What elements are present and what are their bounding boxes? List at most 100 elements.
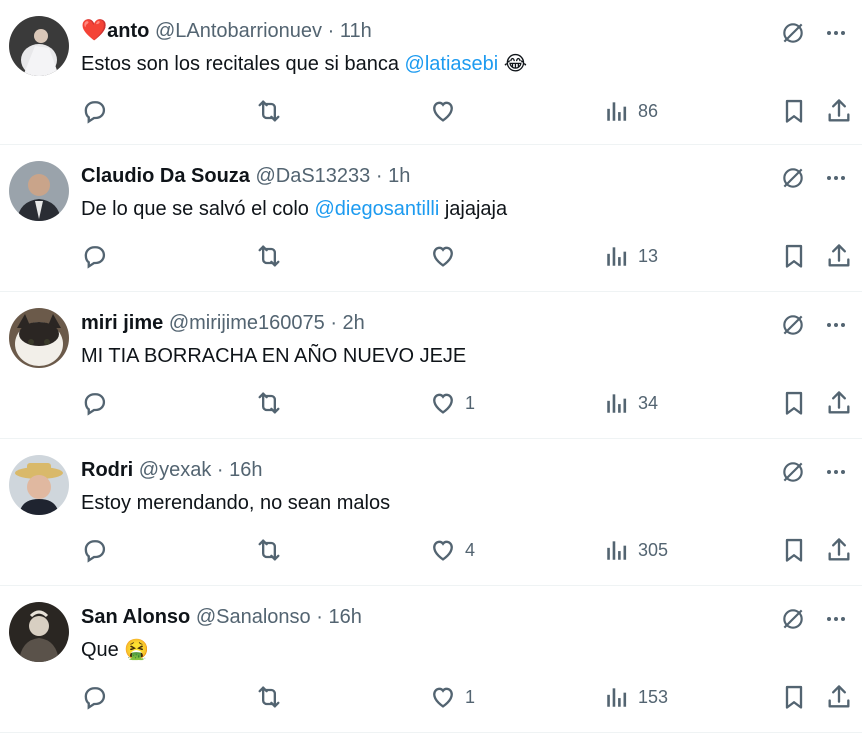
avatar[interactable] — [9, 455, 69, 515]
avatar[interactable] — [9, 161, 69, 221]
timestamp[interactable]: 11h — [340, 20, 372, 42]
more-icon[interactable] — [824, 21, 848, 45]
views-button[interactable]: 13 — [604, 241, 658, 271]
reply-button[interactable] — [80, 535, 108, 565]
grok-icon[interactable] — [780, 20, 806, 46]
bookmark-icon — [780, 536, 808, 564]
display-name[interactable]: Rodri — [81, 459, 133, 481]
views-button[interactable]: 305 — [604, 535, 668, 565]
user-handle[interactable]: @DaS13233 — [255, 165, 370, 187]
grok-icon[interactable] — [780, 606, 806, 632]
bookmark-button[interactable] — [780, 388, 808, 418]
like-button[interactable] — [429, 96, 465, 126]
like-button[interactable]: 1 — [429, 682, 475, 712]
bookmark-button[interactable] — [780, 535, 808, 565]
more-icon[interactable] — [824, 166, 848, 190]
retweet-button[interactable] — [255, 535, 283, 565]
grok-icon[interactable] — [780, 312, 806, 338]
tweet[interactable]: Claudio Da Souza @DaS13233 · 1h De lo qu… — [0, 145, 862, 292]
reply-icon — [80, 536, 108, 564]
more-icon[interactable] — [824, 313, 848, 337]
reply-icon — [80, 242, 108, 270]
user-handle[interactable]: @Sanalonso — [196, 606, 311, 628]
heart-icon — [429, 97, 457, 125]
like-button[interactable]: 4 — [429, 535, 475, 565]
display-name[interactable]: miri jime — [81, 312, 163, 334]
views-chart-icon — [604, 537, 630, 563]
display-name[interactable]: Claudio Da Souza — [81, 165, 250, 187]
grok-icon[interactable] — [780, 165, 806, 191]
reply-button[interactable] — [80, 388, 108, 418]
view-count: 153 — [638, 686, 669, 707]
retweet-icon — [255, 242, 283, 270]
separator-dot: · — [216, 459, 224, 481]
retweet-button[interactable] — [255, 388, 283, 418]
view-count: 305 — [638, 539, 669, 560]
share-icon — [825, 97, 853, 125]
avatar[interactable] — [9, 308, 69, 368]
timestamp[interactable]: 16h — [328, 606, 361, 628]
share-button[interactable] — [825, 682, 853, 712]
tweet-text: Que 🤮 — [81, 636, 149, 664]
mention-link[interactable]: @latiasebi — [405, 53, 499, 75]
display-name[interactable]: San Alonso — [81, 606, 190, 628]
avatar[interactable] — [9, 16, 69, 76]
user-handle[interactable]: @LAntobarrionuev — [155, 20, 322, 42]
reply-icon — [80, 683, 108, 711]
separator-dot: · — [375, 165, 383, 187]
display-name[interactable]: anto — [107, 20, 149, 42]
views-button[interactable]: 34 — [604, 388, 658, 418]
view-count: 13 — [638, 245, 659, 266]
tweet[interactable]: ❤️anto @LAntobarrionuev · 11h Estos son … — [0, 0, 862, 145]
reply-button[interactable] — [80, 96, 108, 126]
like-count: 4 — [465, 539, 476, 560]
bookmark-icon — [780, 683, 808, 711]
retweet-icon — [255, 389, 283, 417]
retweet-button[interactable] — [255, 241, 283, 271]
share-button[interactable] — [825, 388, 853, 418]
like-button[interactable]: 1 — [429, 388, 475, 418]
separator-dot: · — [330, 312, 337, 334]
emoji: 😂 — [503, 53, 528, 75]
share-button[interactable] — [825, 535, 853, 565]
reply-button[interactable] — [80, 682, 108, 712]
tweet-text-tail: jajajaja — [439, 198, 508, 220]
views-chart-icon — [604, 243, 630, 269]
retweet-button[interactable] — [255, 682, 283, 712]
timestamp[interactable]: 16h — [229, 459, 262, 481]
share-button[interactable] — [825, 96, 853, 126]
mention-link[interactable]: @diegosantilli — [314, 198, 439, 220]
views-button[interactable]: 153 — [604, 682, 668, 712]
timestamp[interactable]: 2h — [343, 312, 365, 334]
retweet-icon — [255, 536, 283, 564]
retweet-button[interactable] — [255, 96, 283, 126]
retweet-icon — [255, 97, 283, 125]
like-count: 1 — [465, 686, 476, 707]
timestamp[interactable]: 1h — [388, 165, 410, 187]
tweet[interactable]: miri jime @mirijime160075 · 2h MI TIA BO… — [0, 292, 862, 439]
user-handle[interactable]: @yexak — [139, 459, 212, 481]
bookmark-button[interactable] — [780, 96, 808, 126]
reply-icon — [80, 389, 108, 417]
user-handle[interactable]: @mirijime160075 — [169, 312, 325, 334]
like-button[interactable] — [429, 241, 465, 271]
grok-icon[interactable] — [780, 459, 806, 485]
bookmark-button[interactable] — [780, 682, 808, 712]
heart-icon — [429, 242, 457, 270]
tweet[interactable]: Rodri @yexak · 16h Estoy merendando, no … — [0, 439, 862, 586]
more-icon[interactable] — [824, 607, 848, 631]
reply-button[interactable] — [80, 241, 108, 271]
share-button[interactable] — [825, 241, 853, 271]
views-button[interactable]: 86 — [604, 96, 658, 126]
views-chart-icon — [604, 684, 630, 710]
tweet-text-body: Estos son los recitales que si banca — [81, 53, 405, 75]
avatar[interactable] — [9, 602, 69, 662]
heart-emoji: ❤️ — [81, 19, 108, 42]
tweet-text: Estoy merendando, no sean malos — [81, 489, 390, 517]
bookmark-button[interactable] — [780, 241, 808, 271]
share-icon — [825, 389, 853, 417]
tweet-text-body: Que — [81, 639, 125, 661]
tweet[interactable]: San Alonso @Sanalonso · 16h Que 🤮 1 153 — [0, 586, 862, 733]
views-chart-icon — [604, 390, 630, 416]
more-icon[interactable] — [824, 460, 848, 484]
